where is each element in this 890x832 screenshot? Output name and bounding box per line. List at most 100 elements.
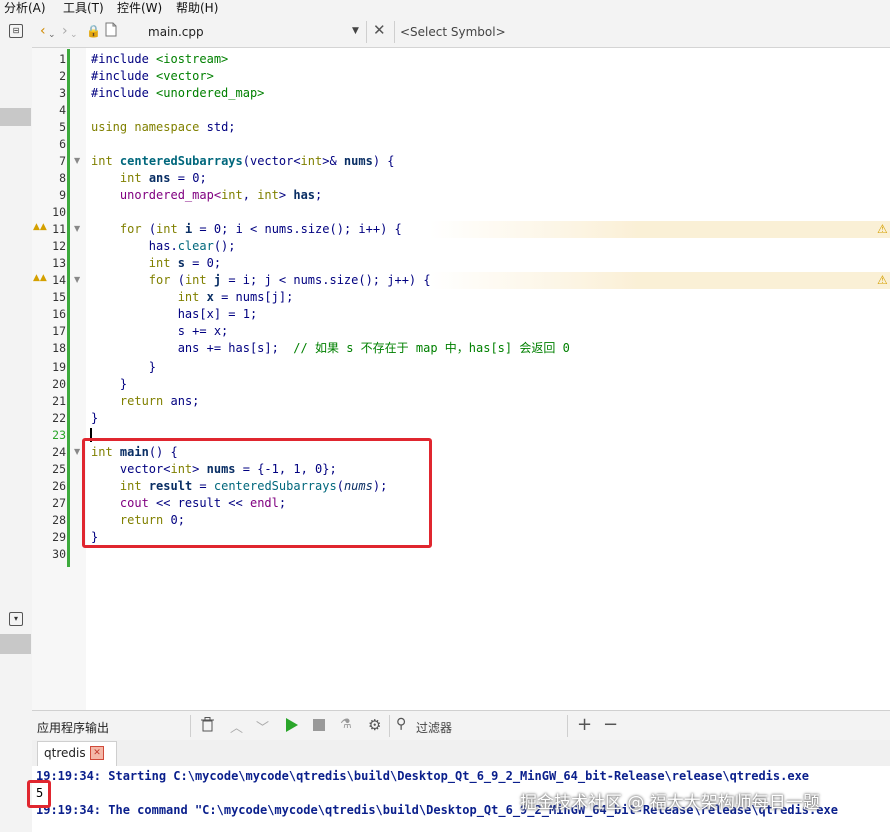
warning-icon[interactable]: ⚠ (877, 222, 888, 236)
line-number: 5 (59, 120, 66, 134)
fold-marker-icon[interactable]: ▼ (74, 447, 80, 456)
watermark: 掘金技术社区 @ 福大大架构师每日一题 (520, 793, 820, 813)
close-icon[interactable]: ✕ (373, 22, 386, 38)
code-line: int centeredSubarrays(vector<int>& nums)… (91, 154, 395, 168)
code-line: #include <iostream> (91, 52, 229, 66)
menu-bar: 分析(A) 工具(T) 控件(W) 帮助(H) (0, 0, 890, 16)
code-line: s += x; (177, 324, 229, 338)
line-number: 22 (52, 411, 66, 425)
line-number: 18 (52, 341, 66, 355)
split-icon[interactable]: ⊟ (9, 24, 23, 38)
file-name[interactable]: main.cpp (148, 25, 204, 39)
code-line: int ans = 0; (119, 171, 207, 185)
search-icon: ⚲ (396, 716, 407, 732)
warning-line-highlight (430, 221, 890, 238)
code-line: return ans; (119, 394, 200, 408)
output-pane-title[interactable]: 应用程序输出 (37, 719, 109, 736)
run-icon[interactable] (285, 718, 298, 735)
add-icon[interactable]: + (577, 714, 592, 735)
code-editor[interactable] (32, 48, 890, 710)
minimize-icon[interactable]: − (603, 714, 618, 735)
line-number: 29 (52, 530, 66, 544)
symbol-selector[interactable]: <Select Symbol> (400, 25, 506, 39)
line-number: 14 (52, 273, 66, 287)
code-line: #include <unordered_map> (91, 86, 265, 100)
line-number: 10 (52, 205, 66, 219)
line-number: 30 (52, 547, 66, 561)
line-number: 24 (52, 445, 66, 459)
forward-dropdown-icon[interactable]: ⌄ (70, 27, 78, 43)
line-number: 20 (52, 377, 66, 391)
fold-marker-icon[interactable]: ▼ (74, 224, 80, 233)
line-number: 6 (59, 137, 66, 151)
line-number: 23 (52, 428, 66, 442)
code-line: #include <vector> (91, 69, 214, 83)
code-line: using namespace std; (91, 120, 236, 134)
highlight-box (82, 438, 432, 548)
line-number: 1 (59, 52, 66, 66)
line-number: 11 (52, 222, 66, 236)
lock-icon: 🔒 (86, 24, 101, 38)
line-number: 8 (59, 171, 66, 185)
line-number: 28 (52, 513, 66, 527)
line-number: 26 (52, 479, 66, 493)
fold-marker-icon[interactable]: ▼ (74, 275, 80, 284)
file-icon (105, 22, 117, 41)
code-line: } (91, 411, 99, 425)
code-line: } (119, 377, 128, 391)
left-sidebar: ⊟ ▾ (0, 16, 33, 832)
file-dropdown-icon[interactable]: ▼ (352, 26, 359, 36)
output-tabs (32, 740, 890, 766)
code-line: has[x] = 1; (177, 307, 258, 321)
line-number: 17 (52, 324, 66, 338)
filter-input[interactable]: 过滤器 (416, 719, 452, 736)
forward-icon[interactable]: › (62, 23, 68, 39)
chevron-up-icon[interactable]: ︿ (230, 717, 243, 736)
menu-tools[interactable]: 工具(T) (63, 0, 104, 16)
line-number: 4 (59, 103, 66, 117)
clear-icon[interactable] (201, 717, 214, 735)
line-number: 12 (52, 239, 66, 253)
gear-icon[interactable]: ⚙ (368, 716, 381, 734)
menu-help[interactable]: 帮助(H) (176, 0, 218, 16)
attach-debugger-icon[interactable]: ⚗ (340, 717, 352, 732)
collapse-icon[interactable]: ▾ (9, 612, 23, 626)
code-line: } (148, 360, 157, 374)
back-icon[interactable]: ‹ (40, 23, 46, 39)
code-line: for (int i = 0; i < nums.size(); i++) { (119, 222, 402, 236)
menu-analyze[interactable]: 分析(A) (4, 0, 46, 16)
output-toolbar: 应用程序输出 ︿ ﹀ ⚗ ⚙ ⚲ 过滤器 + − (32, 710, 890, 742)
code-line: has.clear(); (148, 239, 236, 253)
code-line: unordered_map<int, int> has; (119, 188, 323, 202)
sidebar-selected-row-2[interactable] (0, 634, 31, 654)
stop-icon[interactable] (313, 719, 325, 734)
line-number: 13 (52, 256, 66, 270)
warning-icon[interactable]: ⚠ (877, 273, 888, 287)
tab-qtredis[interactable]: qtredis ✕ (37, 741, 117, 766)
line-number: 25 (52, 462, 66, 476)
editor-toolbar: ‹ ⌄ › ⌄ 🔒 main.cpp ▼ ✕ <Select Symbol> (32, 16, 890, 48)
result-highlight-box (27, 780, 51, 808)
menu-widgets[interactable]: 控件(W) (117, 0, 162, 16)
sidebar-selected-row[interactable] (0, 108, 31, 126)
warning-line-highlight (430, 272, 890, 289)
close-tab-icon[interactable]: ✕ (90, 746, 104, 760)
fold-marker-icon[interactable]: ▼ (74, 156, 80, 165)
line-number: 3 (59, 86, 66, 100)
line-number: 21 (52, 394, 66, 408)
line-number: 19 (52, 360, 66, 374)
tab-label: qtredis (44, 746, 86, 760)
chevron-down-icon[interactable]: ﹀ (256, 717, 269, 736)
line-number: 16 (52, 307, 66, 321)
line-number: 9 (59, 188, 66, 202)
code-line: ans += has[s]; // 如果 s 不存在于 map 中，has[s]… (177, 341, 570, 355)
back-dropdown-icon[interactable]: ⌄ (48, 27, 56, 43)
output-line: 19:19:34: Starting C:\mycode\mycode\qtre… (36, 769, 810, 783)
line-number: 15 (52, 290, 66, 304)
code-line: for (int j = i; j < nums.size(); j++) { (148, 273, 431, 287)
line-number: 7 (59, 154, 66, 168)
line-number: 2 (59, 69, 66, 83)
code-line: int x = nums[j]; (177, 290, 294, 304)
line-number: 27 (52, 496, 66, 510)
change-marker-bar (67, 49, 70, 567)
